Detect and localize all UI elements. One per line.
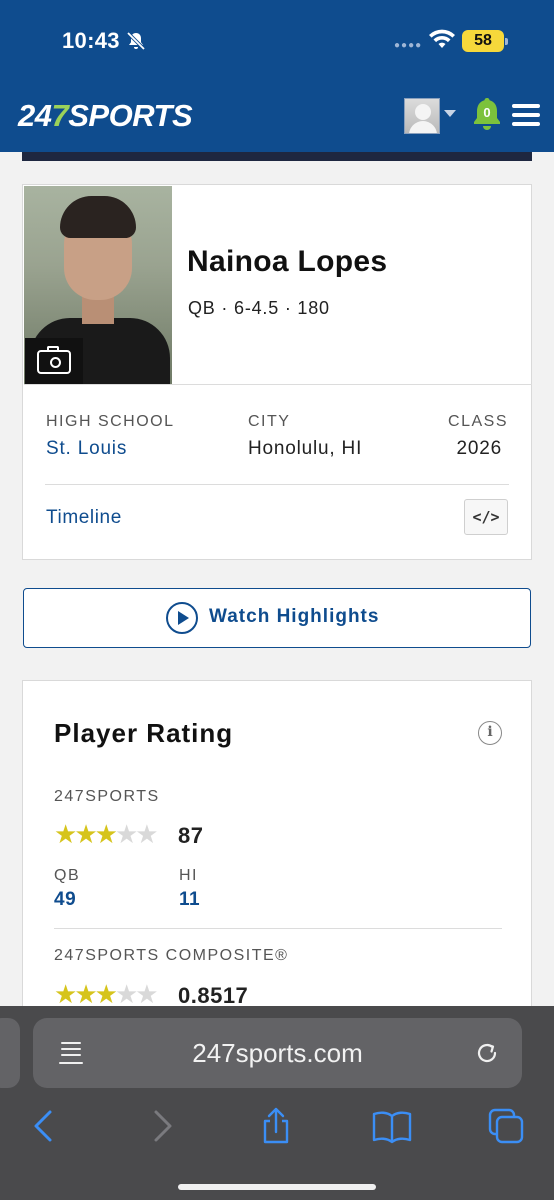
sports247-star-rating: ★★★★★ bbox=[54, 819, 159, 849]
divider bbox=[54, 928, 502, 929]
composite-star-rating: ★★★★★ bbox=[54, 979, 159, 1009]
star-empty-icon: ★ bbox=[135, 819, 158, 849]
info-icon[interactable]: i bbox=[478, 721, 502, 745]
notification-count: 0 bbox=[483, 105, 491, 120]
menu-icon[interactable] bbox=[512, 104, 540, 128]
star-filled-icon: ★ bbox=[94, 819, 118, 849]
status-bar: 10:43 ●●●● 58 bbox=[0, 0, 554, 80]
cellular-signal-icon: ●●●● bbox=[394, 40, 423, 51]
player-meta: QB · 6-4.5 · 180 bbox=[188, 298, 330, 318]
camera-icon[interactable] bbox=[25, 338, 83, 384]
position-label: QB bbox=[54, 867, 81, 884]
divider bbox=[24, 384, 532, 385]
star-empty-icon: ★ bbox=[135, 979, 158, 1009]
url-text: 247sports.com bbox=[192, 1038, 363, 1068]
state-rank-link[interactable]: 11 bbox=[179, 889, 200, 911]
site-logo[interactable]: 247SPORTS bbox=[18, 98, 193, 134]
home-indicator bbox=[178, 1184, 376, 1190]
avatar bbox=[404, 98, 440, 134]
player-rating-title: Player Rating bbox=[54, 718, 234, 748]
player-photo[interactable] bbox=[24, 186, 172, 384]
star-filled-icon: ★ bbox=[54, 979, 77, 1009]
star-filled-icon: ★ bbox=[54, 819, 77, 849]
star-empty-icon: ★ bbox=[114, 819, 138, 849]
class-value: 2026 bbox=[456, 438, 502, 459]
account-menu-button[interactable] bbox=[404, 98, 456, 136]
player-profile-card: Nainoa Lopes QB · 6-4.5 · 180 HIGH SCHOO… bbox=[22, 184, 532, 560]
top-bar: 10:43 ●●●● 58 247SPORTS 0 bbox=[0, 0, 554, 152]
player-rating-card: Player Rating i 247SPORTS ★★★★★ 87 QB 49… bbox=[22, 680, 532, 1020]
bell-slash-icon bbox=[126, 31, 146, 51]
chevron-down-icon bbox=[444, 110, 456, 117]
sports247-rating-label: 247SPORTS bbox=[54, 788, 160, 805]
previous-tab-preview[interactable] bbox=[0, 1018, 20, 1088]
composite-rating-label: 247SPORTS COMPOSITE® bbox=[54, 947, 289, 964]
address-bar[interactable]: 247sports.com bbox=[33, 1018, 522, 1088]
timeline-link[interactable]: Timeline bbox=[46, 507, 122, 529]
star-filled-icon: ★ bbox=[94, 979, 118, 1009]
star-empty-icon: ★ bbox=[114, 979, 138, 1009]
sports247-score: 87 bbox=[178, 823, 204, 848]
logo-prefix: 24 bbox=[18, 98, 52, 133]
watch-highlights-label: Watch Highlights bbox=[209, 606, 380, 627]
forward-icon[interactable] bbox=[142, 1106, 182, 1146]
city-label: CITY bbox=[248, 413, 291, 430]
star-filled-icon: ★ bbox=[74, 979, 97, 1009]
player-name: Nainoa Lopes bbox=[187, 245, 388, 278]
logo-seven: 7 bbox=[51, 98, 69, 133]
high-school-link[interactable]: St. Louis bbox=[46, 438, 127, 460]
browser-toolbar: 247sports.com bbox=[0, 1006, 554, 1200]
high-school-label: HIGH SCHOOL bbox=[46, 413, 175, 430]
embed-code-button[interactable]: </> bbox=[464, 499, 508, 535]
notifications-button[interactable]: 0 bbox=[472, 96, 502, 132]
position-rank-link[interactable]: 49 bbox=[54, 889, 76, 911]
status-time: 10:43 bbox=[62, 28, 120, 53]
reload-icon[interactable] bbox=[473, 1039, 501, 1067]
battery-indicator: 58 bbox=[462, 30, 508, 52]
city-value: Honolulu, HI bbox=[248, 438, 363, 459]
wifi-icon bbox=[429, 29, 455, 48]
share-icon[interactable] bbox=[256, 1106, 296, 1146]
play-icon bbox=[166, 602, 198, 634]
class-label: CLASS bbox=[448, 413, 508, 430]
divider bbox=[45, 484, 509, 485]
content-top-strip bbox=[22, 152, 532, 161]
logo-suffix: SPORTS bbox=[68, 98, 193, 133]
star-filled-icon: ★ bbox=[74, 819, 97, 849]
bookmarks-icon[interactable] bbox=[372, 1106, 412, 1146]
watch-highlights-button[interactable]: Watch Highlights bbox=[23, 588, 531, 648]
state-label: HI bbox=[179, 867, 198, 884]
back-icon[interactable] bbox=[24, 1106, 64, 1146]
tabs-icon[interactable] bbox=[486, 1106, 526, 1146]
